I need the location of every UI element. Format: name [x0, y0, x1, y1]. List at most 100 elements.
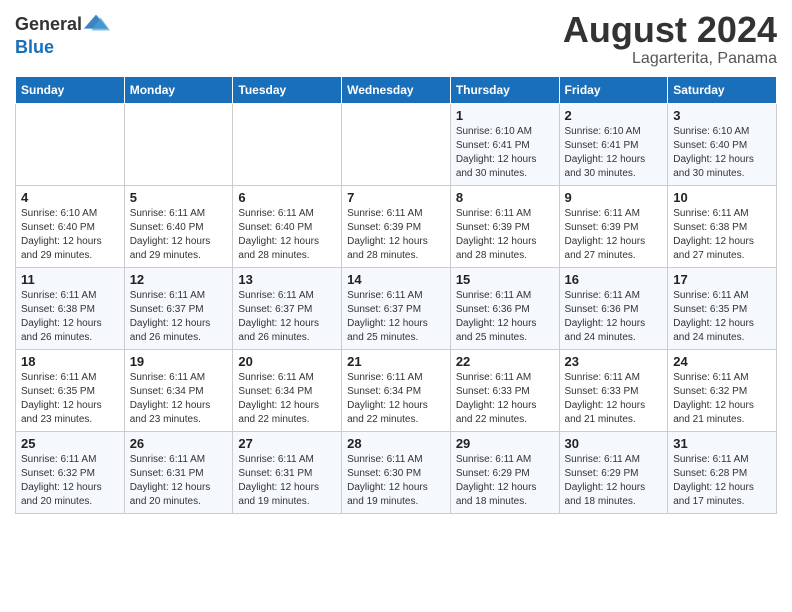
calendar-cell: 25Sunrise: 6:11 AM Sunset: 6:32 PM Dayli… — [16, 431, 125, 513]
day-info: Sunrise: 6:10 AM Sunset: 6:40 PM Dayligh… — [673, 125, 771, 181]
day-info: Sunrise: 6:11 AM Sunset: 6:37 PM Dayligh… — [238, 289, 336, 345]
day-info: Sunrise: 6:11 AM Sunset: 6:31 PM Dayligh… — [238, 453, 336, 509]
logo-text-blue: Blue — [15, 38, 54, 56]
day-info: Sunrise: 6:11 AM Sunset: 6:29 PM Dayligh… — [565, 453, 663, 509]
day-number: 30 — [565, 436, 663, 451]
day-info: Sunrise: 6:11 AM Sunset: 6:38 PM Dayligh… — [21, 289, 119, 345]
day-info: Sunrise: 6:11 AM Sunset: 6:36 PM Dayligh… — [565, 289, 663, 345]
calendar-cell: 1 Sunrise: 6:10 AM Sunset: 6:41 PM Daylig… — [450, 103, 559, 185]
day-number: 27 — [238, 436, 336, 451]
day-number: 13 — [238, 272, 336, 287]
calendar-cell: 19 Sunrise: 6:11 AM Sunset: 6:34 PM Dayli… — [124, 349, 233, 431]
day-number: 1 — [456, 108, 554, 123]
calendar-header-row: SundayMondayTuesdayWednesdayThursdayFrid… — [16, 76, 777, 103]
day-number: 5 — [130, 190, 228, 205]
day-number: 16 — [565, 272, 663, 287]
calendar-header-wednesday: Wednesday — [342, 76, 451, 103]
day-info: Sunrise: 6:11 AM Sunset: 6:34 PM Dayligh… — [130, 371, 228, 427]
day-number: 26 — [130, 436, 228, 451]
calendar-cell: 11 Sunrise: 6:11 AM Sunset: 6:38 PM Dayli… — [16, 267, 125, 349]
day-number: 14 — [347, 272, 445, 287]
day-info: Sunrise: 6:10 AM Sunset: 6:40 PM Dayligh… — [21, 207, 119, 263]
day-number: 6 — [238, 190, 336, 205]
day-info: Sunrise: 6:11 AM Sunset: 6:39 PM Dayligh… — [456, 207, 554, 263]
day-number: 25 — [21, 436, 119, 451]
day-number: 24 — [673, 354, 771, 369]
calendar-header-sunday: Sunday — [16, 76, 125, 103]
page-header: General Blue August 2024 Lagarterita, Pa… — [15, 10, 777, 68]
calendar-cell: 14 Sunrise: 6:11 AM Sunset: 6:37 PM Dayli… — [342, 267, 451, 349]
day-info: Sunrise: 6:10 AM Sunset: 6:41 PM Dayligh… — [456, 125, 554, 181]
calendar-cell: 18 Sunrise: 6:11 AM Sunset: 6:35 PM Dayli… — [16, 349, 125, 431]
calendar-cell: 21Sunrise: 6:11 AM Sunset: 6:34 PM Dayli… — [342, 349, 451, 431]
calendar-week-2: 4 Sunrise: 6:10 AM Sunset: 6:40 PM Daylig… — [16, 185, 777, 267]
day-info: Sunrise: 6:10 AM Sunset: 6:41 PM Dayligh… — [565, 125, 663, 181]
day-number: 31 — [673, 436, 771, 451]
calendar-week-4: 18 Sunrise: 6:11 AM Sunset: 6:35 PM Dayli… — [16, 349, 777, 431]
day-number: 2 — [565, 108, 663, 123]
calendar-cell: 7 Sunrise: 6:11 AM Sunset: 6:39 PM Daylig… — [342, 185, 451, 267]
calendar-cell: 9Sunrise: 6:11 AM Sunset: 6:39 PM Daylig… — [559, 185, 668, 267]
day-number: 22 — [456, 354, 554, 369]
calendar-cell: 8 Sunrise: 6:11 AM Sunset: 6:39 PM Daylig… — [450, 185, 559, 267]
day-info: Sunrise: 6:11 AM Sunset: 6:37 PM Dayligh… — [130, 289, 228, 345]
day-number: 8 — [456, 190, 554, 205]
calendar-week-1: 1 Sunrise: 6:10 AM Sunset: 6:41 PM Daylig… — [16, 103, 777, 185]
day-info: Sunrise: 6:11 AM Sunset: 6:32 PM Dayligh… — [673, 371, 771, 427]
day-number: 11 — [21, 272, 119, 287]
day-number: 29 — [456, 436, 554, 451]
calendar-table: SundayMondayTuesdayWednesdayThursdayFrid… — [15, 76, 777, 514]
day-number: 17 — [673, 272, 771, 287]
day-info: Sunrise: 6:11 AM Sunset: 6:35 PM Dayligh… — [21, 371, 119, 427]
calendar-header-saturday: Saturday — [668, 76, 777, 103]
logo-text-general: General — [15, 15, 82, 33]
day-info: Sunrise: 6:11 AM Sunset: 6:34 PM Dayligh… — [347, 371, 445, 427]
day-number: 15 — [456, 272, 554, 287]
calendar-cell: 27 Sunrise: 6:11 AM Sunset: 6:31 PM Dayli… — [233, 431, 342, 513]
day-info: Sunrise: 6:11 AM Sunset: 6:31 PM Dayligh… — [130, 453, 228, 509]
logo: General Blue — [15, 10, 110, 56]
day-info: Sunrise: 6:11 AM Sunset: 6:33 PM Dayligh… — [456, 371, 554, 427]
calendar-cell: 24 Sunrise: 6:11 AM Sunset: 6:32 PM Dayli… — [668, 349, 777, 431]
day-number: 28 — [347, 436, 445, 451]
calendar-cell: 12 Sunrise: 6:11 AM Sunset: 6:37 PM Dayli… — [124, 267, 233, 349]
day-number: 7 — [347, 190, 445, 205]
calendar-cell: 23 Sunrise: 6:11 AM Sunset: 6:33 PM Dayli… — [559, 349, 668, 431]
day-number: 4 — [21, 190, 119, 205]
day-info: Sunrise: 6:11 AM Sunset: 6:35 PM Dayligh… — [673, 289, 771, 345]
day-info: Sunrise: 6:11 AM Sunset: 6:39 PM Dayligh… — [347, 207, 445, 263]
day-info: Sunrise: 6:11 AM Sunset: 6:40 PM Dayligh… — [238, 207, 336, 263]
calendar-header-thursday: Thursday — [450, 76, 559, 103]
day-number: 3 — [673, 108, 771, 123]
title-block: August 2024 Lagarterita, Panama — [563, 10, 777, 68]
day-number: 23 — [565, 354, 663, 369]
calendar-header-tuesday: Tuesday — [233, 76, 342, 103]
calendar-cell: 2 Sunrise: 6:10 AM Sunset: 6:41 PM Daylig… — [559, 103, 668, 185]
calendar-cell: 15 Sunrise: 6:11 AM Sunset: 6:36 PM Dayli… — [450, 267, 559, 349]
calendar-cell: 30 Sunrise: 6:11 AM Sunset: 6:29 PM Dayli… — [559, 431, 668, 513]
calendar-title: August 2024 — [563, 10, 777, 50]
day-number: 20 — [238, 354, 336, 369]
day-number: 18 — [21, 354, 119, 369]
calendar-cell: 29Sunrise: 6:11 AM Sunset: 6:29 PM Dayli… — [450, 431, 559, 513]
calendar-cell: 4 Sunrise: 6:10 AM Sunset: 6:40 PM Daylig… — [16, 185, 125, 267]
day-info: Sunrise: 6:11 AM Sunset: 6:36 PM Dayligh… — [456, 289, 554, 345]
calendar-cell: 28Sunrise: 6:11 AM Sunset: 6:30 PM Dayli… — [342, 431, 451, 513]
day-info: Sunrise: 6:11 AM Sunset: 6:37 PM Dayligh… — [347, 289, 445, 345]
calendar-cell: 10Sunrise: 6:11 AM Sunset: 6:38 PM Dayli… — [668, 185, 777, 267]
calendar-cell: 17 Sunrise: 6:11 AM Sunset: 6:35 PM Dayli… — [668, 267, 777, 349]
day-number: 19 — [130, 354, 228, 369]
calendar-cell — [233, 103, 342, 185]
calendar-cell — [16, 103, 125, 185]
day-info: Sunrise: 6:11 AM Sunset: 6:34 PM Dayligh… — [238, 371, 336, 427]
day-info: Sunrise: 6:11 AM Sunset: 6:33 PM Dayligh… — [565, 371, 663, 427]
calendar-header-friday: Friday — [559, 76, 668, 103]
calendar-cell — [124, 103, 233, 185]
day-info: Sunrise: 6:11 AM Sunset: 6:39 PM Dayligh… — [565, 207, 663, 263]
calendar-cell: 5Sunrise: 6:11 AM Sunset: 6:40 PM Daylig… — [124, 185, 233, 267]
calendar-cell: 26 Sunrise: 6:11 AM Sunset: 6:31 PM Dayli… — [124, 431, 233, 513]
day-number: 12 — [130, 272, 228, 287]
calendar-week-5: 25Sunrise: 6:11 AM Sunset: 6:32 PM Dayli… — [16, 431, 777, 513]
calendar-body: 1 Sunrise: 6:10 AM Sunset: 6:41 PM Daylig… — [16, 103, 777, 513]
calendar-cell: 6 Sunrise: 6:11 AM Sunset: 6:40 PM Daylig… — [233, 185, 342, 267]
